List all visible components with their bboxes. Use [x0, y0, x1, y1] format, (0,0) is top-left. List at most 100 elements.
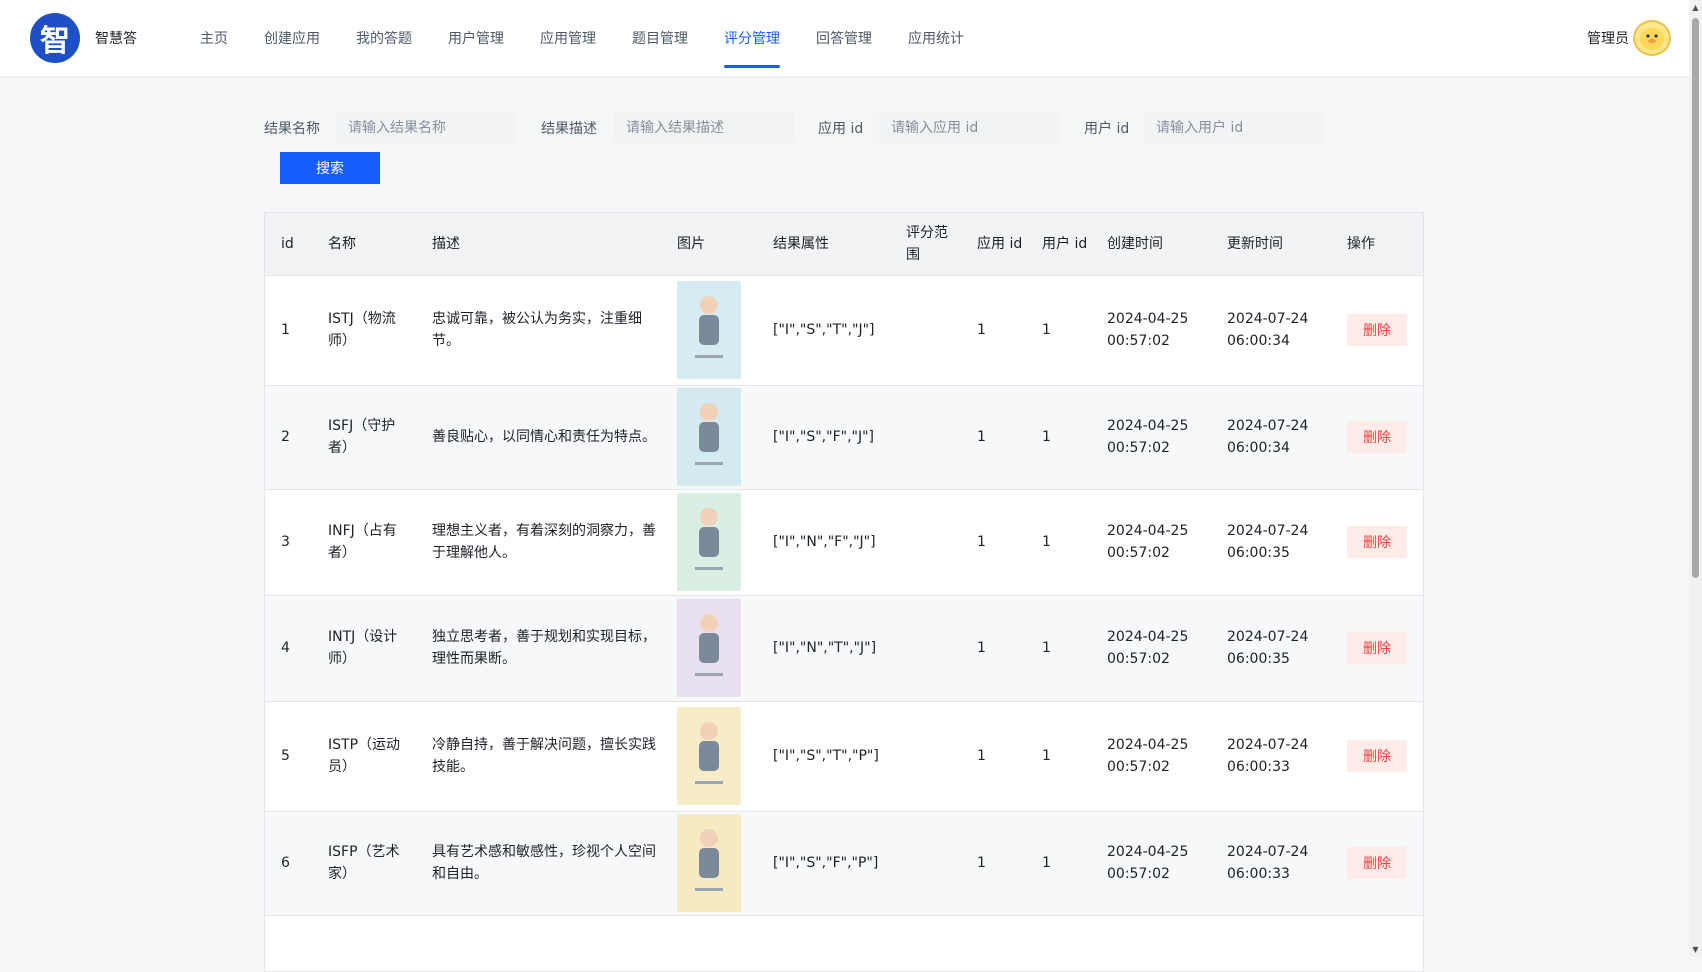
app-logo[interactable]: 智: [30, 13, 80, 63]
nav-item-7[interactable]: 回答管理: [798, 0, 890, 76]
result-image: [677, 281, 741, 379]
cell-actions: 删除: [1331, 385, 1423, 490]
cell-name: ISFJ（守护者）: [312, 385, 416, 490]
col-header-actions: 操作: [1331, 213, 1423, 276]
delete-button[interactable]: 删除: [1347, 421, 1407, 453]
cell-attrs: ["I","S","F","P"]: [757, 811, 890, 916]
cell-range: [890, 595, 961, 702]
table-row: 6 ISFP（艺术家） 具有艺术感和敏感性，珍视个人空间和自由。 ["I","S","…: [265, 811, 1423, 916]
main-nav: 主页 创建应用 我的答题 用户管理 应用管理 题目管理 评分管理 回答管理 应用统计: [182, 0, 982, 76]
result-name-label: 结果名称: [264, 121, 320, 137]
table-header-row: id 名称 描述 图片 结果属性 评分范围 应用 id 用户 id 创建时间 更…: [265, 213, 1423, 276]
delete-button[interactable]: 删除: [1347, 847, 1407, 879]
nav-item-8[interactable]: 应用统计: [890, 0, 982, 76]
delete-button[interactable]: 删除: [1347, 526, 1407, 558]
cell-app-id: 1: [961, 275, 1026, 386]
table-body: 1 ISTJ（物流师） 忠诚可靠，被公认为务实，注重细节。 ["I","S","T",…: [265, 275, 1423, 916]
col-header-user-id: 用户 id: [1026, 213, 1091, 276]
delete-button[interactable]: 删除: [1347, 740, 1407, 772]
cell-id: 2: [265, 385, 312, 490]
cell-actions: 删除: [1331, 811, 1423, 916]
result-desc-label: 结果描述: [541, 121, 597, 137]
cell-updated: 2024-07-24 06:00:35: [1211, 489, 1331, 596]
result-image: [677, 493, 741, 591]
result-table: id 名称 描述 图片 结果属性 评分范围 应用 id 用户 id 创建时间 更…: [264, 212, 1424, 972]
nav-item-0[interactable]: 主页: [182, 0, 246, 76]
cell-created: 2024-04-25 00:57:02: [1091, 595, 1211, 702]
search-button[interactable]: 搜索: [280, 152, 380, 184]
table-row: 3 INFJ（占有者） 理想主义者，有着深刻的洞察力，善于理解他人。 ["I","N"…: [265, 489, 1423, 596]
cell-image: [661, 701, 757, 812]
cell-attrs: ["I","N","T","J"]: [757, 595, 890, 702]
col-header-desc: 描述: [416, 213, 661, 276]
cell-id: 1: [265, 275, 312, 386]
cell-desc: 理想主义者，有着深刻的洞察力，善于理解他人。: [416, 489, 661, 596]
cell-image: [661, 811, 757, 916]
cell-attrs: ["I","S","T","P"]: [757, 701, 890, 812]
cell-user-id: 1: [1026, 489, 1091, 596]
cell-id: 5: [265, 701, 312, 812]
cell-actions: 删除: [1331, 701, 1423, 812]
cell-actions: 删除: [1331, 489, 1423, 596]
nav-item-1[interactable]: 创建应用: [246, 0, 338, 76]
result-image: [677, 814, 741, 912]
nav-item-5[interactable]: 题目管理: [614, 0, 706, 76]
cell-desc: 冷静自持，善于解决问题，擅长实践技能。: [416, 701, 661, 812]
col-header-attrs: 结果属性: [757, 213, 890, 276]
cell-user-id: 1: [1026, 275, 1091, 386]
top-header: 智 智慧答 主页 创建应用 我的答题 用户管理 应用管理 题目管理 评分管理 回答管理 应用统计…: [0, 0, 1689, 76]
cell-created: 2024-04-25 00:57:02: [1091, 701, 1211, 812]
col-header-created: 创建时间: [1091, 213, 1211, 276]
cell-range: [890, 811, 961, 916]
cell-range: [890, 275, 961, 386]
col-header-id: id: [265, 213, 312, 276]
col-header-range: 评分范围: [890, 213, 961, 276]
col-header-app-id: 应用 id: [961, 213, 1026, 276]
app-name[interactable]: 智慧答: [95, 28, 137, 48]
cell-created: 2024-04-25 00:57:02: [1091, 385, 1211, 490]
cell-app-id: 1: [961, 385, 1026, 490]
delete-button[interactable]: 删除: [1347, 314, 1407, 346]
cell-name: ISTP（运动员）: [312, 701, 416, 812]
table-row: 2 ISFJ（守护者） 善良贴心，以同情心和责任为特点。 ["I","S","F","…: [265, 385, 1423, 490]
user-name[interactable]: 管理员: [1587, 28, 1629, 48]
cell-app-id: 1: [961, 489, 1026, 596]
cell-desc: 独立思考者，善于规划和实现目标，理性而果断。: [416, 595, 661, 702]
nav-item-3[interactable]: 用户管理: [430, 0, 522, 76]
nav-item-6[interactable]: 评分管理: [706, 0, 798, 76]
cell-image: [661, 595, 757, 702]
cell-range: [890, 385, 961, 490]
page-scrollbar[interactable]: ▲ ▼: [1689, 0, 1702, 956]
scroll-down-icon[interactable]: ▼: [1689, 942, 1702, 956]
result-desc-input[interactable]: [614, 112, 794, 143]
col-header-name: 名称: [312, 213, 416, 276]
cell-attrs: ["I","N","F","J"]: [757, 489, 890, 596]
cell-created: 2024-04-25 00:57:02: [1091, 275, 1211, 386]
result-name-input[interactable]: [336, 112, 516, 143]
cell-user-id: 1: [1026, 385, 1091, 490]
cell-user-id: 1: [1026, 701, 1091, 812]
duck-avatar-icon: [1640, 28, 1664, 50]
app-id-input[interactable]: [879, 112, 1059, 143]
user-id-input[interactable]: [1144, 112, 1324, 143]
cell-updated: 2024-07-24 06:00:34: [1211, 275, 1331, 386]
cell-user-id: 1: [1026, 595, 1091, 702]
cell-id: 6: [265, 811, 312, 916]
cell-range: [890, 489, 961, 596]
cell-user-id: 1: [1026, 811, 1091, 916]
cell-attrs: ["I","S","T","J"]: [757, 275, 890, 386]
cell-created: 2024-04-25 00:57:02: [1091, 811, 1211, 916]
result-image: [677, 599, 741, 697]
scroll-up-icon[interactable]: ▲: [1689, 0, 1702, 14]
scroll-thumb[interactable]: [1692, 18, 1699, 578]
cell-updated: 2024-07-24 06:00:35: [1211, 595, 1331, 702]
nav-item-2[interactable]: 我的答题: [338, 0, 430, 76]
result-image: [677, 388, 741, 486]
nav-item-4[interactable]: 应用管理: [522, 0, 614, 76]
col-header-image: 图片: [661, 213, 757, 276]
cell-desc: 具有艺术感和敏感性，珍视个人空间和自由。: [416, 811, 661, 916]
cell-app-id: 1: [961, 701, 1026, 812]
delete-button[interactable]: 删除: [1347, 632, 1407, 664]
cell-actions: 删除: [1331, 275, 1423, 386]
avatar[interactable]: [1633, 20, 1671, 56]
